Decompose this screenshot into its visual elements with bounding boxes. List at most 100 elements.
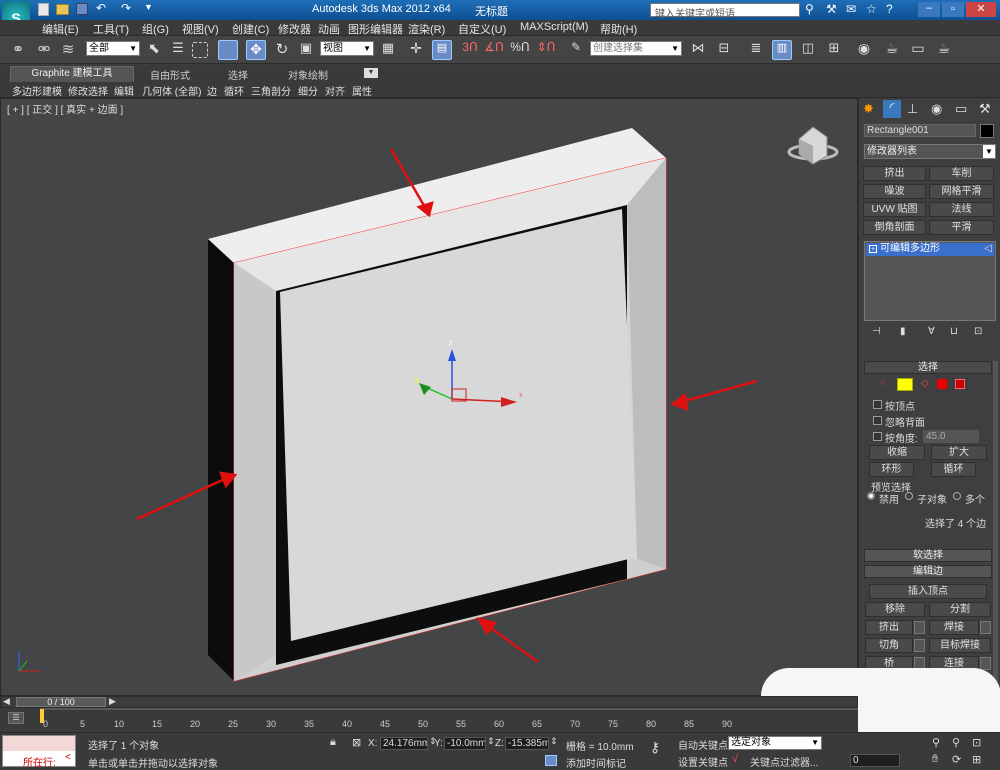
modifier-list-dropdown[interactable]: 修改器列表 ▼ [864,144,996,159]
object-color-swatch[interactable] [980,124,994,138]
ref-coord-dropdown[interactable]: 视图 ▼ [320,41,374,56]
angle-spinner[interactable]: 45.0 [923,430,979,443]
percent-snap-icon[interactable]: %ᑎ [510,40,530,60]
viewport-front[interactable]: [ + ] [ 正交 ] [ 真实 + 边面 ] z x y [0,98,858,696]
panel-poly-modeling[interactable]: 多边形建模 [12,83,62,98]
expand-icon[interactable]: + [869,245,877,253]
curve-editor-icon[interactable]: ◫ [798,40,818,60]
maximize-icon[interactable]: ▫ [942,2,964,17]
save-file-icon[interactable] [76,3,88,15]
menu-customize[interactable]: 自定义(U) [458,21,506,37]
rect-selection-region-icon[interactable] [192,42,208,58]
pivot-center-icon[interactable]: ▦ [378,40,398,60]
mod-smooth-button[interactable]: 平滑 [929,220,994,235]
menu-create[interactable]: 创建(C) [232,21,269,37]
mod-uvw-map-button[interactable]: UVW 贴图 [863,202,926,217]
panel-modify-selection[interactable]: 修改选择 [68,83,108,98]
extrude-settings-icon[interactable] [914,621,925,634]
add-time-tag-label[interactable]: 添加时间标记 [566,755,626,770]
z-spinner-icon[interactable]: ⇕ [550,736,558,747]
mod-normal-button[interactable]: 法线 [929,202,994,217]
view-cube-icon[interactable] [787,126,839,165]
object-name-field[interactable]: Rectangle001 [864,124,976,137]
orbit-icon[interactable]: ⟳ [952,753,961,766]
pan-icon[interactable]: ✋︎ [932,753,938,766]
angle-snap-icon[interactable]: ∡ᑎ [484,40,504,60]
panel-subdivision[interactable]: 细分 [298,83,318,98]
element-mode-icon[interactable] [955,379,965,389]
selection-rollout-header[interactable]: 选择 [864,361,992,374]
preview-multi-radio[interactable] [953,492,961,500]
menu-views[interactable]: 视图(V) [182,21,219,37]
insert-vertex-button[interactable]: 插入顶点 [869,584,987,599]
border-mode-icon[interactable]: ◇ [921,378,929,389]
by-vertex-checkbox[interactable] [873,400,882,409]
menu-help[interactable]: 帮助(H) [600,21,637,37]
time-slider[interactable]: 0 / 100 ◀ ▶ [0,696,858,708]
current-frame-field[interactable]: 0 [850,754,900,767]
remove-modifier-icon[interactable]: ⊔ [950,326,958,337]
connect-settings-icon[interactable] [980,657,991,670]
select-manipulate-icon[interactable]: ✛ [406,40,426,60]
display-tab-icon[interactable]: ▭ [955,101,967,117]
key-filters-button[interactable]: 关键点过滤器... [750,754,818,769]
set-key-icon[interactable]: ⚷ [650,739,660,756]
edit-edges-rollout-header[interactable]: 编辑边 [864,565,992,578]
panel-scrollbar[interactable] [993,361,998,721]
polygon-mode-icon[interactable] [937,379,947,389]
edit-named-selection-icon[interactable]: ✎ [566,40,586,60]
chevron-left-icon[interactable]: ◀ [3,696,10,707]
target-weld-button[interactable]: 目标焊接 [929,638,991,653]
select-by-name-icon[interactable]: ☰ [168,40,188,60]
graphite-toggle-icon[interactable]: ▥ [772,40,792,60]
mod-extrude-button[interactable]: 挤出 [863,166,926,181]
unlink-icon[interactable]: ⚮ [34,40,54,60]
loop-button[interactable]: 循环 [931,462,976,477]
remove-button[interactable]: 移除 [865,602,925,617]
render-setup-icon[interactable]: ☕ [882,40,902,60]
time-slider-thumb[interactable]: 0 / 100 [16,697,106,707]
weld-button[interactable]: 焊接 [929,620,979,635]
weld-settings-icon[interactable] [980,621,991,634]
search-icon[interactable]: ⚲ [805,2,814,16]
absolute-mode-icon[interactable]: ⊠ [352,736,361,749]
key-filter-icon[interactable]: √ [732,753,738,765]
spinner-snap-icon[interactable]: ⇕ᑎ [536,40,556,60]
ribbon-tab-selection[interactable]: 选择 [228,67,248,82]
panel-edit[interactable]: 编辑 [114,83,134,98]
by-angle-checkbox[interactable] [873,432,882,441]
open-file-icon[interactable] [56,4,69,15]
ribbon-options-icon[interactable]: ▼ [364,68,378,78]
set-key-button[interactable]: 设置关键点 [678,754,728,769]
shrink-button[interactable]: 收缩 [869,445,925,460]
modify-tab-icon[interactable]: ◜ [883,100,901,118]
time-tag-icon[interactable] [545,755,557,766]
menu-group[interactable]: 组(G) [142,21,169,37]
maximize-viewport-icon[interactable]: ⊞ [972,753,981,766]
align-icon[interactable]: ⊟ [714,40,734,60]
zoom-icon[interactable]: ⚲ [932,736,940,749]
subscription-icon[interactable]: ⚒ [826,2,837,16]
motion-tab-icon[interactable]: ◉ [931,101,942,117]
rendered-frame-icon[interactable]: ▭ [908,40,928,60]
help-icon[interactable]: ? [886,2,893,16]
grow-button[interactable]: 扩大 [931,445,987,460]
minimize-icon[interactable]: – [918,2,940,17]
vertex-mode-icon[interactable]: ⁘ [879,378,887,389]
search-input[interactable]: 键入关键字或短语 [650,3,800,20]
zoom-extents-icon[interactable]: ⊡ [972,736,981,749]
select-link-icon[interactable]: ⚭ [8,40,28,60]
menu-graph-editors[interactable]: 图形编辑器 [348,21,403,37]
menu-animation[interactable]: 动画 [318,21,340,37]
edge-mode-icon[interactable] [897,378,913,391]
ignore-backfacing-checkbox[interactable] [873,416,882,425]
redo-icon[interactable]: ↷ [121,1,131,15]
menu-edit[interactable]: 编辑(E) [42,21,79,37]
selection-filter-dropdown[interactable]: 全部 ▼ [86,41,140,56]
material-editor-icon[interactable]: ◉ [854,40,874,60]
light-bulb-icon[interactable]: ◁ [984,243,992,254]
make-unique-icon[interactable]: ∀ [928,326,935,337]
select-scale-icon[interactable]: ▣ [296,40,316,60]
panel-tris[interactable]: 三角剖分 [251,83,291,98]
mod-meshsmooth-button[interactable]: 网格平滑 [929,184,994,199]
